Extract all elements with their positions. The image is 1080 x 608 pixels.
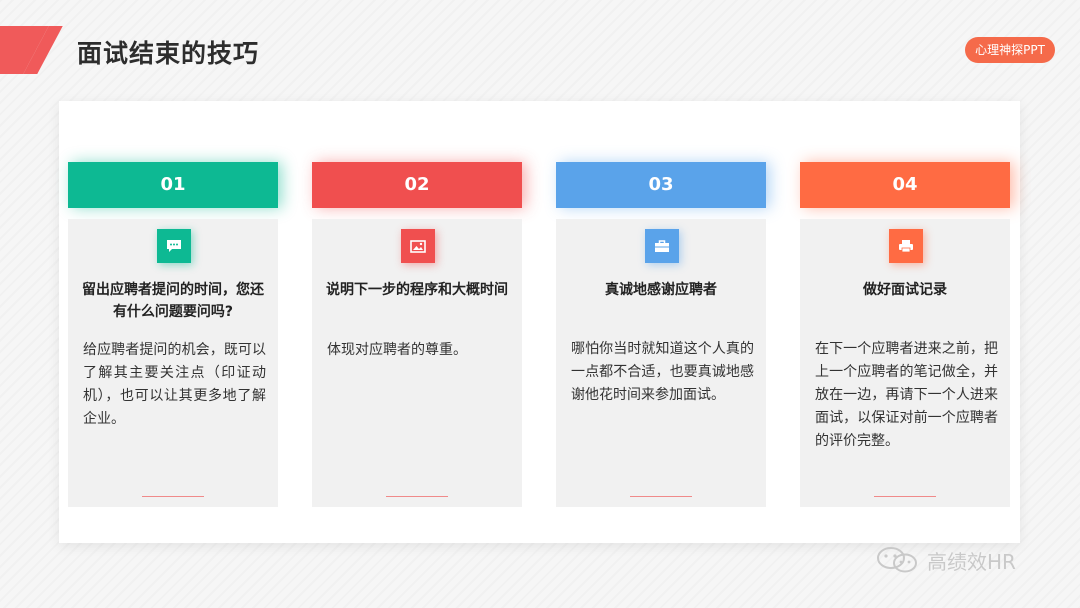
page-title: 面试结束的技巧: [77, 39, 260, 68]
step-card-3: 03 真诚地感谢应聘者 哪怕你当时就知道这个人真的一点都不合适，也要真诚地感谢他…: [556, 162, 766, 507]
step-description: 给应聘者提问的机会，既可以了解其主要关注点（印证动机），也可以让其更多地了解企业…: [83, 342, 266, 427]
accent-line: [142, 496, 204, 497]
step-description: 哪怕你当时就知道这个人真的一点都不合适，也要真诚地感谢他花时间来参加面试。: [571, 341, 754, 403]
step-card-body: 真诚地感谢应聘者 哪怕你当时就知道这个人真的一点都不合适，也要真诚地感谢他花时间…: [556, 219, 766, 507]
chat-icon: [157, 229, 191, 263]
step-heading: 留出应聘者提问的时间，您还有什么问题要问吗?: [82, 282, 264, 320]
step-card-1: 01 留出应聘者提问的时间，您还有什么问题要问吗? 给应聘者提问的机会，既可以了…: [68, 162, 278, 507]
brand-badge: 心理神探PPT: [965, 37, 1055, 63]
accent-line: [630, 496, 692, 497]
step-heading: 做好面试记录: [863, 282, 947, 298]
step-heading: 说明下一步的程序和大概时间: [326, 282, 508, 298]
step-number: 03: [556, 162, 766, 208]
step-number: 01: [68, 162, 278, 208]
image-icon: [401, 229, 435, 263]
step-card-4: 04 做好面试记录 在下一个应聘者进来之前，把上一个应聘者的笔记做全，并放在一边…: [800, 162, 1010, 507]
step-number: 02: [312, 162, 522, 208]
printer-icon: [889, 229, 923, 263]
accent-line: [386, 496, 448, 497]
step-card-body: 留出应聘者提问的时间，您还有什么问题要问吗? 给应聘者提问的机会，既可以了解其主…: [68, 219, 278, 507]
accent-line: [874, 496, 936, 497]
step-number: 04: [800, 162, 1010, 208]
briefcase-icon: [645, 229, 679, 263]
step-card-body: 说明下一步的程序和大概时间 体现对应聘者的尊重。: [312, 219, 522, 507]
watermark: 高绩效HR: [875, 545, 1016, 575]
watermark-text: 高绩效HR: [927, 549, 1016, 574]
step-heading: 真诚地感谢应聘者: [605, 282, 717, 298]
step-description: 在下一个应聘者进来之前，把上一个应聘者的笔记做全，并放在一边，再请下一个人进来面…: [815, 341, 998, 449]
step-card-2: 02 说明下一步的程序和大概时间 体现对应聘者的尊重。: [312, 162, 522, 507]
wechat-icon: [877, 547, 917, 573]
step-card-body: 做好面试记录 在下一个应聘者进来之前，把上一个应聘者的笔记做全，并放在一边，再请…: [800, 219, 1010, 507]
step-description: 体现对应聘者的尊重。: [327, 342, 467, 358]
